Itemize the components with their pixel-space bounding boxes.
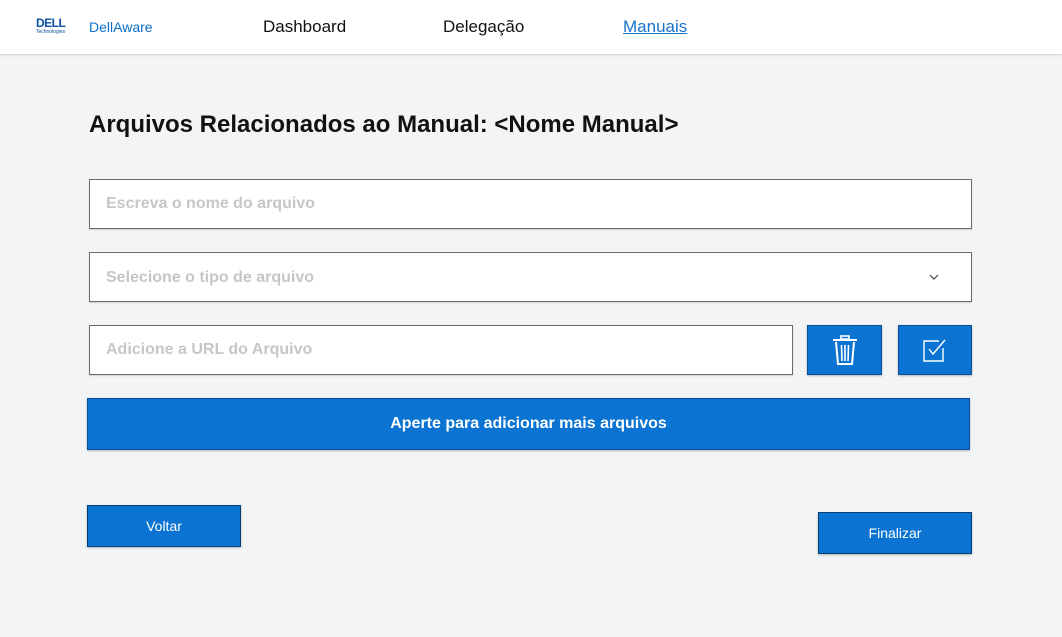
trash-icon xyxy=(832,335,857,365)
finish-button[interactable]: Finalizar xyxy=(818,512,972,554)
page-title: Arquivos Relacionados ao Manual: <Nome M… xyxy=(89,111,679,138)
file-type-select[interactable]: Selecione o tipo de arquivo xyxy=(89,252,972,302)
logo-subtext: Technologies xyxy=(36,29,66,35)
file-url-input[interactable] xyxy=(90,326,792,374)
file-name-field-wrapper xyxy=(89,179,972,229)
file-type-selected-value: Selecione o tipo de arquivo xyxy=(106,269,315,286)
delete-file-button[interactable] xyxy=(807,325,882,375)
file-url-field-wrapper xyxy=(89,325,793,375)
top-navigation-bar: DELL Technologies DellAware Dashboard De… xyxy=(0,0,1062,55)
logo-text: DELL xyxy=(36,16,66,30)
nav-link-dashboard[interactable]: Dashboard xyxy=(263,17,346,37)
checkbox-check-icon xyxy=(923,339,946,362)
add-more-files-button[interactable]: Aperte para adicionar mais arquivos xyxy=(87,398,970,450)
file-name-input[interactable] xyxy=(90,180,971,228)
confirm-file-button[interactable] xyxy=(898,325,972,375)
nav-link-delegacao[interactable]: Delegação xyxy=(443,17,524,37)
back-button[interactable]: Voltar xyxy=(87,505,241,547)
nav-link-manuais[interactable]: Manuais xyxy=(623,17,687,37)
brand-name[interactable]: DellAware xyxy=(89,19,153,35)
chevron-down-icon xyxy=(929,274,939,280)
dell-logo[interactable]: DELL Technologies xyxy=(36,17,76,39)
